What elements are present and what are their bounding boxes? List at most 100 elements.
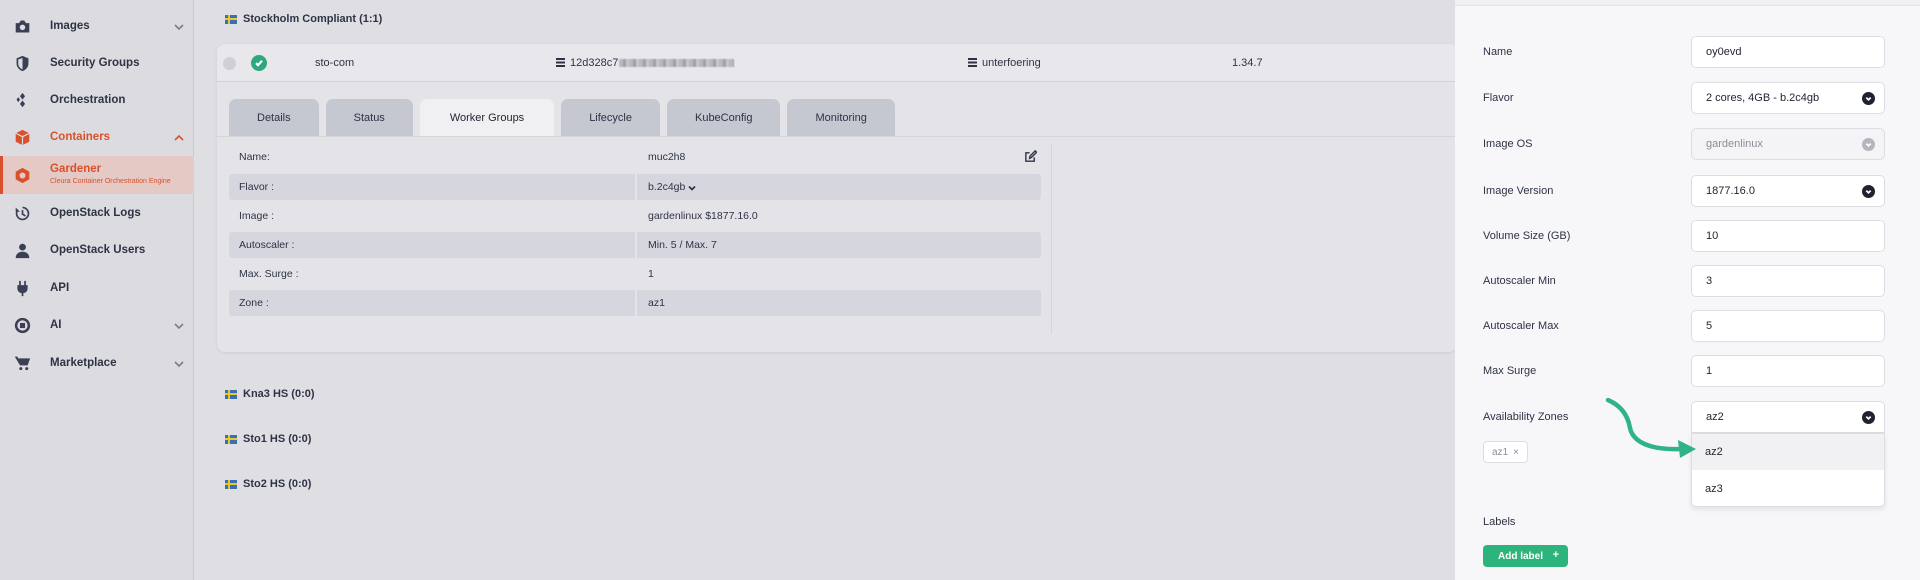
tab-worker-groups[interactable]: Worker Groups [419,99,555,137]
availability-zones-value: az2 [1706,411,1724,423]
box-icon [12,127,32,147]
flavor-label: Flavor [1483,92,1514,104]
sidebar-item-openstack-logs[interactable]: OpenStack Logs [0,195,194,231]
detail-row-name: Name: muc2h8 [229,144,1041,170]
autoscaler-max-field[interactable]: 5 [1691,310,1885,342]
add-label-button[interactable]: Add label + [1483,545,1568,567]
sidebar-item-api[interactable]: API [0,270,194,306]
project-grid-icon [968,58,977,67]
sidebar-item-images[interactable]: Images [0,8,194,44]
volume-size-field[interactable]: 10 [1691,220,1885,252]
add-label-text: Add label [1498,550,1544,562]
cluster-row[interactable]: sto-com 12d328c7 unterfoering 1.34.7 [217,44,1457,82]
sidebar-item-marketplace[interactable]: Marketplace [0,345,194,381]
cluster-id: 12d328c7 [570,57,735,69]
sidebar-item-sublabel: Cleura Container Orchestration Engine [50,178,171,185]
availability-zones-label: Availability Zones [1483,411,1569,423]
region-header-kna3[interactable]: Kna3 HS (0:0) [225,388,315,400]
chevron-down-icon [1862,92,1875,105]
autoscaler-min-label: Autoscaler Min [1483,275,1556,287]
sidebar-item-gardener[interactable]: Gardener Cleura Container Orchestration … [0,156,194,194]
image-os-label: Image OS [1483,138,1533,150]
shield-icon [12,53,32,73]
edit-icon[interactable] [1024,149,1038,163]
sidebar-item-security-groups[interactable]: Security Groups [0,45,194,81]
detail-label: Flavor : [229,174,635,200]
camera-icon [12,16,32,36]
sidebar-item-label: API [50,282,70,294]
sidebar-item-label: Images [50,20,90,32]
chevron-down-icon [688,183,696,191]
close-icon[interactable]: × [1513,447,1519,458]
sweden-flag-icon [225,434,237,444]
cluster-tabs: Details Status Worker Groups Lifecycle K… [229,99,895,137]
user-icon [12,240,32,260]
zone-option-az2[interactable]: az2 [1692,434,1884,470]
region-title: Kna3 HS (0:0) [243,388,315,400]
cluster-select-radio[interactable] [223,57,236,70]
cluster-name: sto-com [315,57,355,69]
flavor-select[interactable]: 2 cores, 4GB - b.2c4gb [1691,82,1885,114]
detail-label: Name: [239,151,270,163]
zone-chip-label: az1 [1492,446,1509,458]
max-surge-field[interactable]: 1 [1691,355,1885,387]
chevron-down-icon [1862,185,1875,198]
worker-group-details: Name: muc2h8 Flavor : b.2c4gb Image : ga… [229,144,1052,334]
region-header-sto2[interactable]: Sto2 HS (0:0) [225,478,311,490]
sweden-flag-icon [225,14,237,24]
region-header[interactable]: Stockholm Compliant (1:1) [225,13,382,25]
detail-value: b.2c4gb [648,181,686,193]
cluster-id-redacted [619,59,735,68]
tab-details[interactable]: Details [229,99,319,137]
cluster-project: unterfoering [982,57,1041,69]
chevron-up-icon [174,132,184,142]
tab-lifecycle[interactable]: Lifecycle [561,99,660,137]
name-field[interactable]: oy0evd [1691,36,1885,68]
detail-row-zone: Zone : az1 [229,290,1041,316]
sidebar-item-label: Marketplace [50,357,117,369]
sidebar-item-ai[interactable]: AI [0,307,194,343]
image-version-label: Image Version [1483,185,1554,197]
detail-value-flavor[interactable]: b.2c4gb [637,174,1041,200]
cluster-id-prefix: 12d328c7 [570,57,619,69]
detail-value: Min. 5 / Max. 7 [637,232,1041,258]
detail-row-autoscaler: Autoscaler : Min. 5 / Max. 7 [229,232,1041,258]
tab-status[interactable]: Status [325,99,413,137]
region-title: Sto2 HS (0:0) [243,478,312,490]
sidebar-item-orchestration[interactable]: Orchestration [0,82,194,118]
region-header-sto1[interactable]: Sto1 HS (0:0) [225,433,311,445]
detail-label: Zone : [229,290,635,316]
worker-group-form-panel: Name oy0evd Flavor 2 cores, 4GB - b.2c4g… [1455,0,1920,580]
availability-zones-select[interactable]: az2 [1691,401,1885,433]
region-title: Stockholm Compliant (1:1) [243,13,383,25]
tab-monitoring[interactable]: Monitoring [787,99,895,137]
orchestration-icon [12,90,32,110]
tab-kubeconfig[interactable]: KubeConfig [666,99,781,137]
chevron-down-icon [1862,138,1875,151]
chevron-down-icon [174,21,184,31]
detail-row-max-surge: Max. Surge : 1 [229,261,1041,287]
sidebar-item-label: Security Groups [50,57,140,69]
sidebar: Images Security Groups Orchestration Con… [0,0,194,580]
cart-icon [12,353,32,373]
autoscaler-min-field[interactable]: 3 [1691,265,1885,297]
image-version-value: 1877.16.0 [1706,185,1755,197]
detail-label: Image : [239,210,275,222]
sweden-flag-icon [225,389,237,399]
detail-row-image: Image : gardenlinux $1877.16.0 [229,203,1041,229]
volume-size-label: Volume Size (GB) [1483,230,1571,242]
zone-option-az3[interactable]: az3 [1692,471,1884,507]
sidebar-item-label: Gardener [50,163,102,175]
image-os-value: gardenlinux [1706,138,1763,150]
plug-icon [12,278,32,298]
sidebar-item-openstack-users[interactable]: OpenStack Users [0,232,194,268]
sidebar-item-containers[interactable]: Containers [0,119,194,155]
main-content: Stockholm Compliant (1:1) sto-com 12d328… [195,0,1457,580]
image-version-select[interactable]: 1877.16.0 [1691,175,1885,207]
id-grid-icon [556,58,565,67]
sidebar-item-label: Containers [50,131,111,143]
sidebar-item-label: OpenStack Logs [50,207,141,219]
autoscaler-max-label: Autoscaler Max [1483,320,1559,332]
status-ok-icon [251,55,267,71]
labels-title: Labels [1483,516,1516,528]
